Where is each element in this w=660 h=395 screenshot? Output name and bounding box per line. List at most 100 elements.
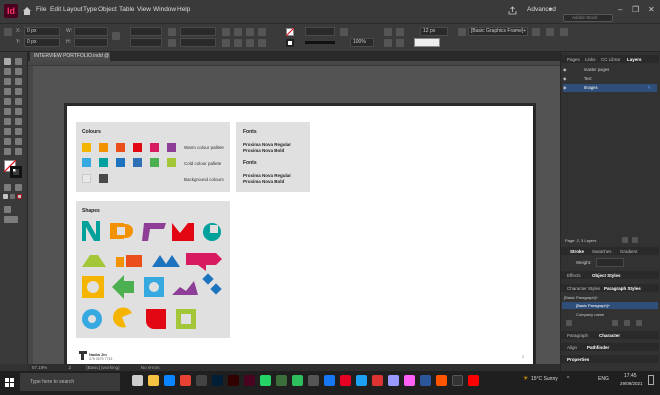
apply-none-icon[interactable] — [17, 194, 22, 199]
warm-swatch-5[interactable] — [150, 143, 159, 152]
delete-style-icon[interactable] — [636, 320, 642, 326]
autofit-icon[interactable] — [384, 39, 392, 47]
reference-point-icon[interactable] — [4, 28, 12, 36]
tab-character-styles[interactable]: Character Styles — [567, 286, 600, 291]
note-tool-icon[interactable] — [4, 138, 11, 145]
eye-icon[interactable]: ◉ — [563, 85, 567, 90]
content-collector-icon[interactable] — [4, 78, 11, 85]
zoom-level[interactable]: 57.19% — [32, 365, 47, 370]
rectangle-frame-tool-icon[interactable] — [4, 108, 11, 115]
language-indicator[interactable]: ENG — [598, 376, 609, 382]
document-tab[interactable]: INTERVIEW PORTFOLIO.indd @ 57% — [30, 52, 110, 68]
app-icon[interactable] — [420, 375, 431, 386]
app-icon[interactable] — [324, 375, 335, 386]
app-icon[interactable] — [356, 375, 367, 386]
w-input[interactable] — [74, 27, 108, 36]
menu-object[interactable]: Object — [98, 6, 117, 13]
home-icon[interactable] — [22, 6, 32, 16]
cold-swatch-6[interactable] — [167, 158, 176, 167]
screen-mode-icon[interactable] — [4, 206, 11, 213]
illustrator-icon[interactable] — [228, 375, 239, 386]
whatsapp-icon[interactable] — [260, 375, 271, 386]
eye-icon[interactable]: ◉ — [563, 76, 567, 81]
fitting-icon[interactable] — [396, 39, 404, 47]
tray-chevron-icon[interactable]: ^ — [567, 376, 569, 382]
shape-teal-circle[interactable] — [82, 309, 102, 329]
file-explorer-icon[interactable] — [148, 375, 159, 386]
type-tool-icon[interactable] — [4, 88, 11, 95]
gradient-swatch-tool-icon[interactable] — [4, 128, 11, 135]
indesign-taskbar-icon[interactable] — [244, 375, 255, 386]
shape-orange-blocks[interactable] — [116, 255, 142, 267]
shape-purple-l[interactable] — [142, 223, 166, 241]
share-icon[interactable] — [508, 6, 517, 15]
app-icon[interactable] — [452, 375, 463, 386]
tab-paragraph[interactable]: Paragraph — [567, 333, 588, 338]
formatting-text-icon[interactable] — [15, 184, 22, 191]
gradient-feather-tool-icon[interactable] — [15, 128, 22, 135]
menu-window[interactable]: Window — [153, 6, 176, 13]
style-folder-icon[interactable] — [566, 320, 572, 326]
cold-swatch-4[interactable] — [133, 158, 142, 167]
page-tool-icon[interactable] — [4, 68, 11, 75]
store-icon[interactable] — [196, 375, 207, 386]
clear-overrides-icon[interactable] — [532, 28, 540, 36]
menu-layout[interactable]: Layout — [63, 6, 83, 13]
menu-help[interactable]: Help — [177, 6, 190, 13]
shape-red-arch[interactable] — [146, 309, 166, 329]
app-icon[interactable] — [308, 375, 319, 386]
tab-character[interactable]: Character — [599, 333, 620, 338]
weather-sun-icon[interactable]: ☀ — [523, 375, 528, 382]
warm-swatch-4[interactable] — [133, 143, 142, 152]
select-container-icon[interactable] — [234, 39, 242, 47]
shape-purple-wave[interactable] — [172, 281, 198, 295]
select-previous-icon[interactable] — [258, 28, 266, 36]
menu-table[interactable]: Table — [119, 6, 135, 13]
formatting-container-icon[interactable] — [4, 184, 11, 191]
stroke-type-preview[interactable] — [305, 41, 335, 44]
hand-tool-icon[interactable] — [4, 148, 11, 155]
pen-icon[interactable]: ✎ — [647, 84, 651, 92]
menu-file[interactable]: File — [36, 6, 46, 13]
clock-date[interactable]: 29/09/2021 — [620, 381, 643, 386]
edge-icon[interactable] — [164, 375, 175, 386]
stock-search-input[interactable]: Adobe Stock — [563, 14, 613, 22]
cold-swatch-1[interactable] — [82, 158, 91, 167]
cold-swatch-3[interactable] — [116, 158, 125, 167]
minimize-button[interactable]: – — [618, 5, 622, 14]
current-page[interactable]: 2 — [69, 365, 72, 370]
shear-icon[interactable] — [168, 39, 176, 47]
bg-swatch-2[interactable] — [99, 174, 108, 183]
shape-blue-diamonds[interactable] — [202, 273, 222, 295]
shape-green-square-frame[interactable] — [176, 309, 196, 329]
constrain-proportions-icon[interactable] — [112, 32, 120, 40]
shear-input[interactable] — [180, 38, 216, 47]
tab-pages[interactable]: Pages — [567, 57, 580, 62]
select-next-icon[interactable] — [258, 39, 266, 47]
publish-online-icon[interactable] — [560, 28, 568, 36]
shape-pink-arrow[interactable] — [186, 253, 222, 271]
tab-properties[interactable]: Properties — [567, 357, 589, 362]
object-style-select[interactable]: [Basic Graphics Frame]+ — [468, 27, 528, 36]
gap-tool-icon[interactable] — [15, 68, 22, 75]
corner-size-input[interactable]: 12 px — [420, 27, 448, 36]
eyedropper-tool-icon[interactable] — [15, 138, 22, 145]
y-input[interactable]: 0 px — [24, 38, 60, 47]
frame-style-icon[interactable] — [458, 28, 466, 36]
cold-swatch-5[interactable] — [150, 158, 159, 167]
shape-yellow-pacman[interactable] — [113, 307, 132, 328]
flip-vertical-icon[interactable] — [222, 39, 230, 47]
tab-gradient[interactable]: Gradient — [620, 249, 637, 254]
tab-effects[interactable]: Effects — [567, 273, 581, 278]
stroke-color-icon[interactable] — [10, 166, 22, 178]
flip-horizontal-icon[interactable] — [246, 28, 254, 36]
zoom-tool-icon[interactable] — [15, 148, 22, 155]
apply-color-icon[interactable] — [3, 194, 8, 199]
shape-green-arrow[interactable] — [112, 275, 134, 299]
scissors-tool-icon[interactable] — [4, 118, 11, 125]
app-icon[interactable] — [292, 375, 303, 386]
fx-icon[interactable] — [340, 28, 348, 36]
preflight-profile[interactable]: [Basic] (working) — [86, 365, 119, 370]
tab-cc-libraries[interactable]: CC Librar — [601, 57, 620, 62]
stroke-swatch[interactable] — [286, 39, 294, 47]
